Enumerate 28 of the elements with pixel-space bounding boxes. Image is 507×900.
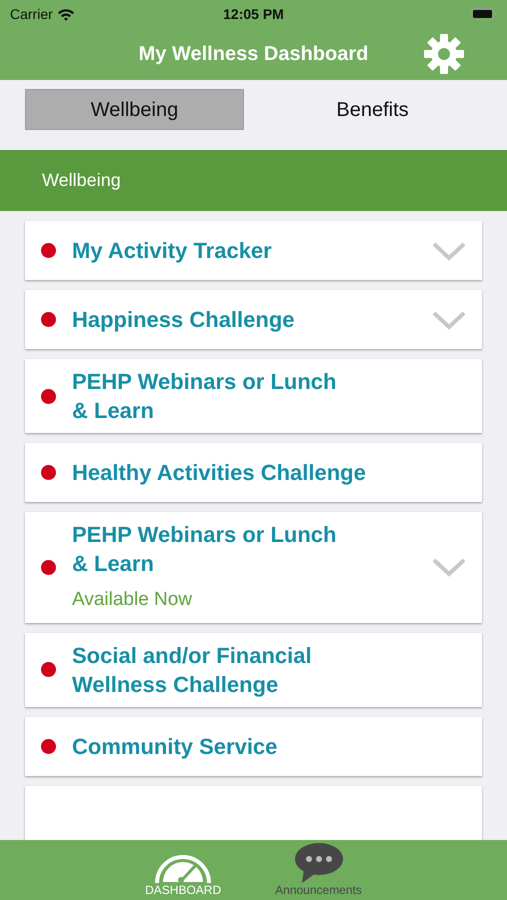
card-title: PEHP Webinars or Lunch & Learn <box>72 368 338 425</box>
card-title: PEHP Webinars or Lunch & Learn <box>72 521 338 578</box>
segment-tab[interactable]: Benefits <box>263 89 482 130</box>
screen-title: My Wellness Dashboard <box>138 42 368 67</box>
carrier-label: Carrier <box>10 4 53 24</box>
gauge-icon <box>154 852 212 884</box>
list-card[interactable]: Happiness Challenge <box>25 290 482 349</box>
list-card[interactable]: PEHP Webinars or Lunch & Learn <box>25 359 482 433</box>
card-title: Happiness Challenge <box>72 306 296 334</box>
battery-icon <box>471 8 497 20</box>
card-title: My Activity Tracker <box>72 237 273 265</box>
card-title: Community Service <box>72 732 278 760</box>
section-title: Wellbeing <box>42 169 121 192</box>
status-time: 12:05 PM <box>223 4 284 24</box>
list-card[interactable]: My Activity Tracker <box>25 221 482 280</box>
segment-tab[interactable]: Wellbeing <box>25 89 244 130</box>
tab-bar-item[interactable]: Announcements <box>275 842 362 896</box>
list-card[interactable]: Community Service <box>25 716 482 776</box>
settings-icon[interactable] <box>423 33 465 75</box>
card-title: Social and/or Financial Wellness Challenge <box>72 642 313 698</box>
list-card[interactable]: Healthy Activities Challenge <box>25 443 482 502</box>
chat-bubble-icon <box>294 842 344 884</box>
list-card[interactable]: PEHP Webinars or Lunch & Learn Available Now <box>25 512 482 622</box>
card-title: Healthy Activities Challenge <box>72 459 367 487</box>
list-card[interactable]: Social and/or Financial Wellness Challenge <box>25 632 482 706</box>
availability-label: Available Now <box>72 588 194 612</box>
wifi-icon <box>56 8 75 20</box>
tab-bar-item[interactable]: DASHBOARD <box>145 852 222 896</box>
